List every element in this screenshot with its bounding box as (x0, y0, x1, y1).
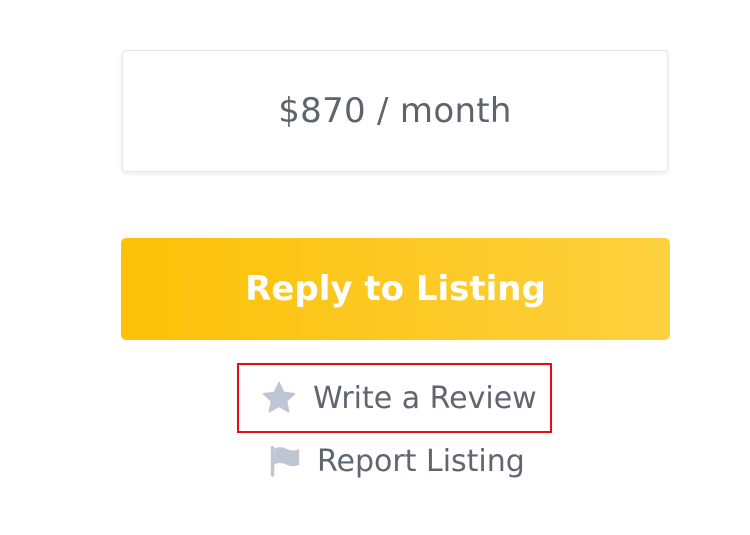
reply-button-label: Reply to Listing (245, 269, 546, 309)
write-review-link[interactable]: Write a Review (237, 363, 552, 433)
listing-sidebar: $870 / month Reply to Listing Write a Re… (0, 0, 750, 535)
report-listing-label: Report Listing (317, 443, 525, 479)
write-review-label: Write a Review (313, 380, 537, 416)
report-listing-link[interactable]: Report Listing (268, 440, 525, 482)
flag-icon (268, 444, 302, 478)
price-card: $870 / month (122, 50, 668, 172)
reply-to-listing-button[interactable]: Reply to Listing (121, 238, 670, 340)
price-text: $870 / month (278, 91, 512, 131)
star-icon (261, 380, 297, 416)
